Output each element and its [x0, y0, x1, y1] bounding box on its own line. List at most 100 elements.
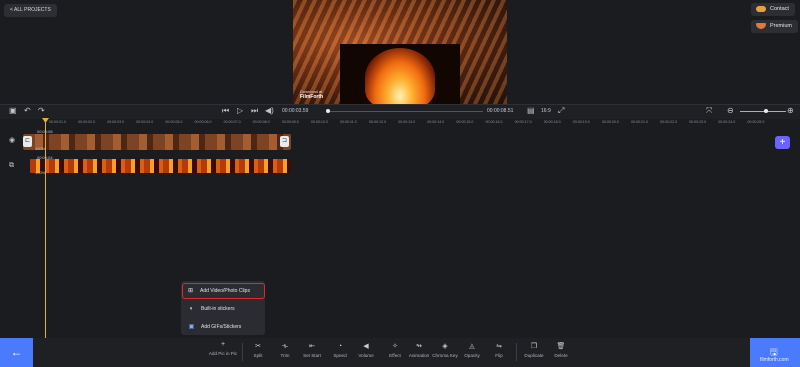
ruler-tick-label: 00:00:05.0	[165, 120, 183, 124]
preview-watermark: Download at FilmForth	[300, 89, 323, 100]
zoom-in-icon[interactable]: ⊕	[787, 104, 794, 118]
seek-bar[interactable]	[327, 111, 483, 112]
clip-start-handle[interactable]: ⊏	[23, 136, 32, 147]
ruler-tick-label: 00:00:21.0	[631, 120, 648, 124]
sticker-icon: ◐	[189, 306, 194, 312]
tool-trim-button[interactable]: ⟛ Trim	[270, 343, 300, 358]
flip-icon: ⇋	[496, 343, 502, 350]
contact-label: Contact	[770, 6, 789, 12]
back-button[interactable]: ←	[0, 338, 33, 367]
ruler-tick-label: 00:00:08.0	[252, 120, 270, 124]
add-track-button[interactable]: +	[775, 136, 790, 149]
fit-icon[interactable]: ⤧	[706, 104, 712, 118]
trim-icon: ⟛	[281, 343, 289, 350]
tool-label: Split	[253, 353, 263, 358]
ruler-tick-label: 00:00:24.0	[718, 120, 736, 124]
tool-label: Chroma Key	[432, 353, 458, 358]
volume-icon[interactable]: ◀)	[265, 104, 274, 118]
add-pip-label: Add Pic in Pic	[208, 351, 238, 356]
built-in-stickers-item[interactable]: ◐ Built-in stickers	[184, 302, 262, 316]
ruler-tick-label: 00:00:13.0	[398, 120, 416, 124]
all-projects-button[interactable]: < ALL PROJECTS	[4, 4, 57, 17]
preview-pip-clip[interactable]	[340, 44, 460, 104]
save-icon[interactable]: ▣	[9, 104, 17, 118]
aspect-ratio-label[interactable]: 16:9	[541, 104, 551, 118]
clip-end-handle[interactable]: ⊐	[280, 136, 289, 147]
tool-opacity-button[interactable]: ◬ Opacity	[457, 343, 487, 358]
tool-label: Speed	[333, 353, 347, 358]
ruler-tick-label: 00:00:20.0	[601, 120, 619, 124]
current-time: 00:00:03.59	[282, 108, 309, 114]
tool-label: Opacity	[464, 353, 480, 358]
tool-chroma-key-button[interactable]: ◈ Chroma Key	[430, 343, 460, 358]
aspect-ratio-icon[interactable]: ▤	[527, 104, 535, 118]
tool-label: Set Start	[303, 353, 321, 358]
ruler-tick-label: 00:00:02.0	[78, 120, 96, 124]
zoom-slider[interactable]	[740, 111, 786, 112]
diamond-icon	[756, 22, 766, 29]
ruler-tick-label: 00:00:14.0	[427, 120, 445, 124]
tool-split-button[interactable]: ✂ Split	[243, 343, 273, 358]
tool-flip-button[interactable]: ⇋ Flip	[484, 343, 514, 358]
tool-duplicate-button[interactable]: ❐ Duplicate	[519, 343, 549, 358]
ruler-tick-label: 00:00:15.0	[456, 120, 474, 124]
add-pip-button[interactable]: + Add Pic in Pic	[208, 341, 238, 356]
duplicate-icon: ❐	[530, 343, 538, 350]
track1-volume: 100%	[35, 146, 46, 151]
add-video-photo-clips-item[interactable]: ⊞ Add Video/Photo Clips	[182, 283, 265, 299]
add-clip-icon: ⊞	[187, 288, 194, 294]
tool-label: Flip	[495, 353, 503, 358]
seek-handle[interactable]	[326, 109, 330, 113]
divider	[516, 343, 517, 361]
contact-icon	[756, 5, 766, 12]
menu-item-label: Built-in stickers	[201, 306, 235, 312]
undo-icon[interactable]: ↶	[24, 104, 31, 118]
ruler-tick-label: 00:00:22.0	[660, 120, 678, 124]
tool-volume-button[interactable]: ◀ Volume	[351, 343, 381, 358]
track2-volume: 100%	[35, 170, 46, 175]
skip-forward-icon[interactable]: ⏭	[251, 104, 258, 118]
contact-button[interactable]: Contact	[751, 3, 795, 16]
gif-icon: ▣	[188, 324, 195, 330]
ruler-tick-label: 00:00:07.0	[223, 120, 241, 124]
volume-icon: ◀	[363, 343, 369, 350]
main-video-clip[interactable]	[23, 134, 291, 150]
delete-icon: 🗑	[556, 343, 566, 350]
playhead[interactable]	[45, 121, 46, 338]
zoom-out-icon[interactable]: ⊖	[727, 104, 734, 118]
ruler-tick-label: 00:00:04.0	[136, 120, 154, 124]
scissors-icon: ✂	[255, 343, 261, 350]
total-time: 00:00:08.51	[487, 108, 514, 114]
ruler-tick-label: 00:00:17.0	[514, 120, 532, 124]
ruler-tick-label: 00:00:16.0	[485, 120, 503, 124]
tool-label: Trim	[280, 353, 290, 358]
play-icon[interactable]: ▷	[237, 104, 243, 118]
add-gifs-stickers-item[interactable]: ▣ Add GIFs/Stickers	[184, 320, 262, 334]
ruler-tick-label: 00:00:23.0	[689, 120, 707, 124]
opacity-icon: ◬	[469, 343, 475, 350]
premium-label: Premium	[770, 23, 793, 29]
eye-icon[interactable]: ◉	[9, 134, 15, 148]
ruler-tick-label: 00:00:03.0	[107, 120, 125, 124]
redo-icon[interactable]: ↷	[38, 104, 45, 118]
chroma-key-icon: ◈	[442, 343, 448, 350]
menu-item-label: Add Video/Photo Clips	[200, 288, 250, 294]
ruler-tick-label: 00:00:11.0	[340, 120, 357, 124]
tool-set-start-button[interactable]: ⇤ Set Start	[297, 343, 327, 358]
ruler-tick-label: 00:00:12.0	[369, 120, 387, 124]
menu-item-label: Add GIFs/Stickers	[201, 324, 242, 330]
tool-label: Animation	[408, 353, 430, 358]
fullscreen-icon[interactable]: ⤢	[558, 104, 564, 118]
ruler-tick-label: 00:00:06.0	[194, 120, 212, 124]
zoom-slider-handle[interactable]	[764, 109, 768, 113]
export-button[interactable]: 🖫 filmforth.com	[750, 338, 800, 367]
pip-track-icon: ⧉	[9, 162, 14, 169]
ruler-tick-label: 00:00:01.0	[49, 120, 66, 124]
skip-back-icon[interactable]: ⏮	[222, 104, 229, 118]
premium-button[interactable]: Premium	[751, 20, 799, 33]
tool-delete-button[interactable]: 🗑 Delete	[546, 343, 576, 358]
watermark-line2: FilmForth	[300, 94, 324, 100]
watermark-text: filmforth.com	[760, 357, 789, 363]
pip-fire-clip[interactable]	[30, 159, 291, 173]
ruler-tick-label: 00:00:18.0	[543, 120, 561, 124]
